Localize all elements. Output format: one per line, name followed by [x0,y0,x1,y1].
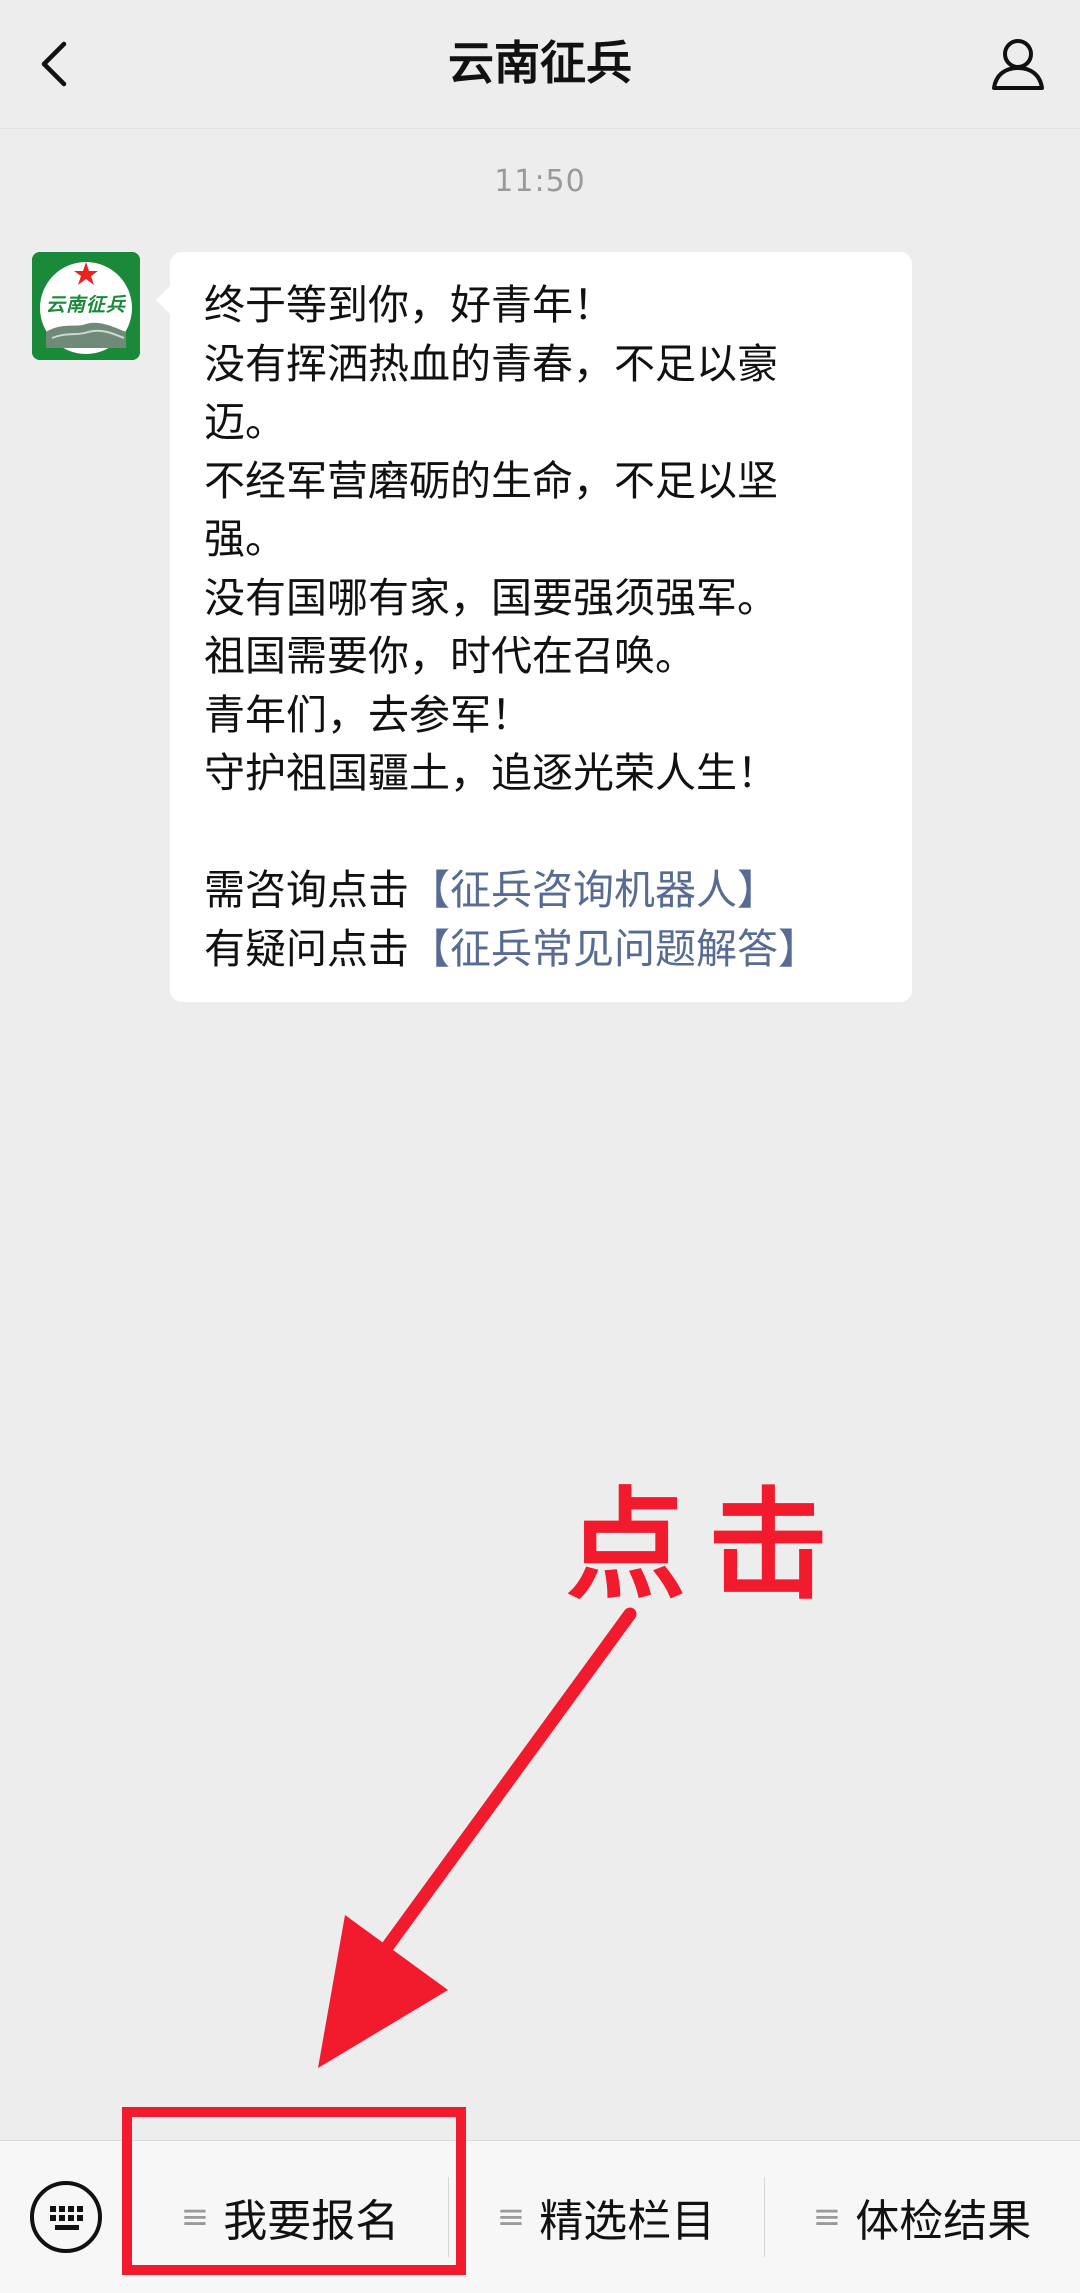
message-timestamp: 11:50 [494,164,586,199]
page-title: 云南征兵 [448,36,632,90]
logo-text: 云南征兵 [45,294,126,316]
message-line: 迈。 [204,398,286,446]
menu-item-label: 体检结果 [855,2196,1032,2247]
keyboard-icon[interactable] [28,2179,104,2255]
annotation-label: 点击 [566,1477,850,1616]
menu-icon: ≡ [812,2197,842,2237]
message-line: 强。 [204,515,286,563]
faq-prefix: 有疑问点击 [204,924,409,973]
message-spacer [204,803,912,862]
message-line: 没有国哪有家，国要强须强军。 [204,573,778,622]
avatar[interactable]: 云南征兵 [32,252,140,360]
menu-item-featured[interactable]: ≡ 精选栏目 [448,2141,764,2293]
message-line: 青年们，去参军！ [204,690,532,739]
annotation-highlight-box [122,2107,466,2275]
faq-link[interactable]: 【征兵常见问题解答】 [409,925,819,973]
menu-item-label: 精选栏目 [539,2196,716,2247]
message-line: 终于等到你，好青年！ [204,281,614,329]
consult-prefix: 需咨询点击 [204,866,409,914]
message-bubble: 终于等到你，好青年！ 没有挥洒热血的青春，不足以豪 迈。 不经军营磨砺的生命，不… [156,252,912,1002]
menu-item-medical-results[interactable]: ≡ 体检结果 [764,2141,1080,2293]
message-line: 祖国需要你，时代在召唤。 [204,632,696,680]
message-line: 没有挥洒热血的青春，不足以豪 [204,339,778,388]
message-line: 不经军营磨砺的生命，不足以坚 [204,456,778,505]
message-line: 守护祖国疆土，追逐光荣人生！ [204,749,778,797]
menu-icon: ≡ [496,2197,526,2237]
consult-robot-link[interactable]: 【征兵咨询机器人】 [409,866,778,914]
faq-line: 有疑问点击【征兵常见问题解答】 [204,920,912,979]
person-icon[interactable] [986,32,1050,96]
consult-line: 需咨询点击【征兵咨询机器人】 [204,861,912,920]
top-bar: 云南征兵 [0,0,1080,129]
